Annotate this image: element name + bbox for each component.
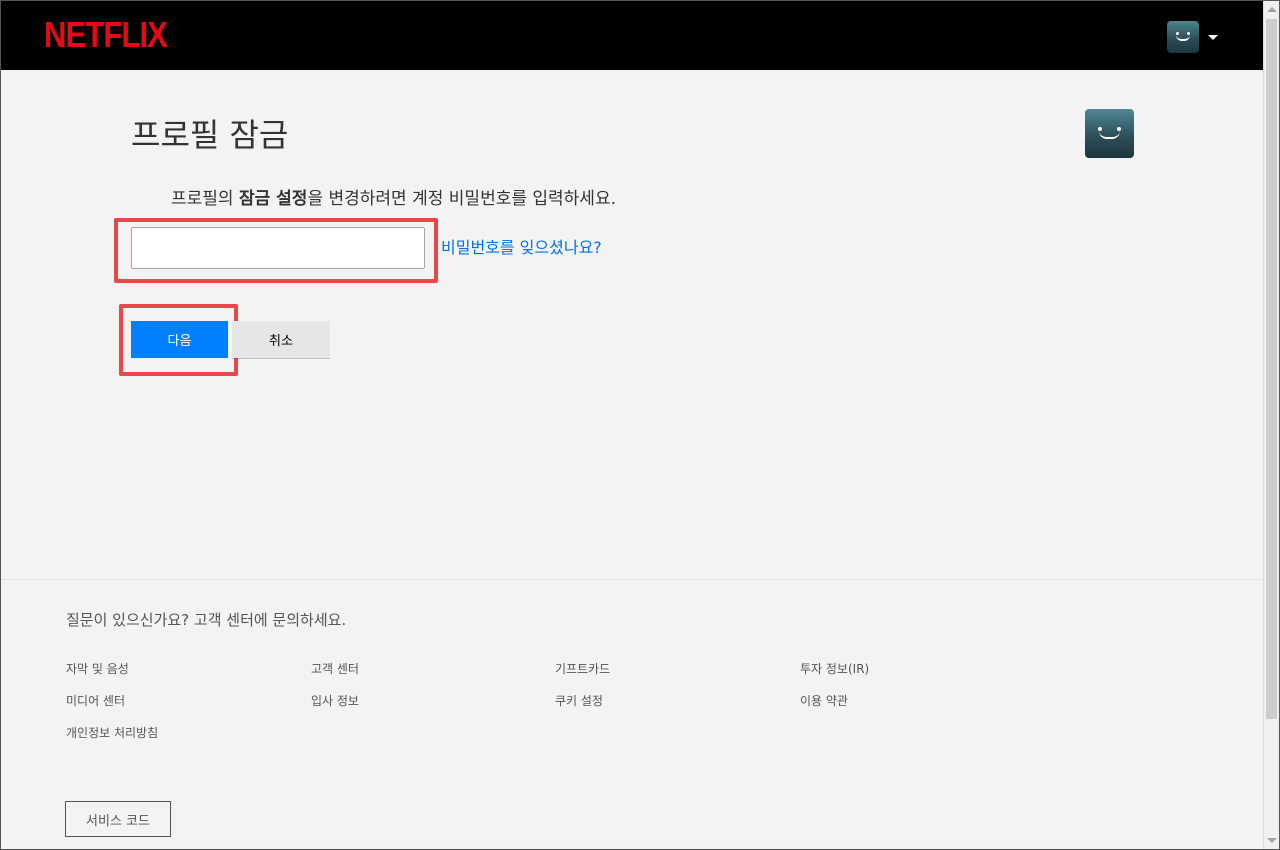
vertical-scrollbar[interactable] <box>1263 1 1279 849</box>
profile-menu[interactable] <box>1167 21 1218 53</box>
scroll-thumb[interactable] <box>1266 19 1277 719</box>
footer-link-jobs[interactable]: 입사 정보 <box>311 693 359 709</box>
footer-link-privacy[interactable]: 개인정보 처리방침 <box>66 725 158 741</box>
footer-link-media-center[interactable]: 미디어 센터 <box>66 693 125 709</box>
next-button[interactable]: 다음 <box>131 321 228 358</box>
footer-link-cookie-settings[interactable]: 쿠키 설정 <box>555 693 603 709</box>
chevron-down-icon[interactable] <box>1208 34 1218 40</box>
footer-link-terms-of-use[interactable]: 이용 약관 <box>800 693 848 709</box>
cancel-button[interactable]: 취소 <box>232 321 330 358</box>
netflix-logo[interactable]: NETFLIX <box>44 15 168 55</box>
page-title: 프로필 잠금 <box>131 116 289 154</box>
top-header: NETFLIX <box>1 1 1264 70</box>
footer-question[interactable]: 질문이 있으신가요? 고객 센터에 문의하세요. <box>66 610 346 630</box>
service-code-button[interactable]: 서비스 코드 <box>65 801 171 837</box>
instruction-prefix: 프로필의 <box>171 189 239 209</box>
instruction-suffix: 을 변경하려면 계정 비밀번호를 입력하세요. <box>307 189 616 209</box>
scroll-up-arrow-icon[interactable] <box>1267 7 1277 12</box>
profile-avatar-icon[interactable] <box>1167 21 1199 53</box>
instruction-text: 프로필의 잠금 설정을 변경하려면 계정 비밀번호를 입력하세요. <box>171 187 616 211</box>
profile-avatar-large-icon <box>1085 109 1134 158</box>
footer-link-help-center[interactable]: 고객 센터 <box>311 661 359 677</box>
footer-link-subtitles-audio[interactable]: 자막 및 음성 <box>66 661 129 677</box>
footer-link-gift-cards[interactable]: 기프트카드 <box>555 661 610 677</box>
scroll-down-arrow-icon[interactable] <box>1267 838 1277 843</box>
footer-divider <box>1 579 1264 580</box>
password-input[interactable] <box>131 227 425 269</box>
instruction-bold: 잠금 설정 <box>238 189 308 209</box>
forgot-password-link[interactable]: 비밀번호를 잊으셨나요? <box>441 237 602 259</box>
footer-link-investor-relations[interactable]: 투자 정보(IR) <box>800 661 869 677</box>
